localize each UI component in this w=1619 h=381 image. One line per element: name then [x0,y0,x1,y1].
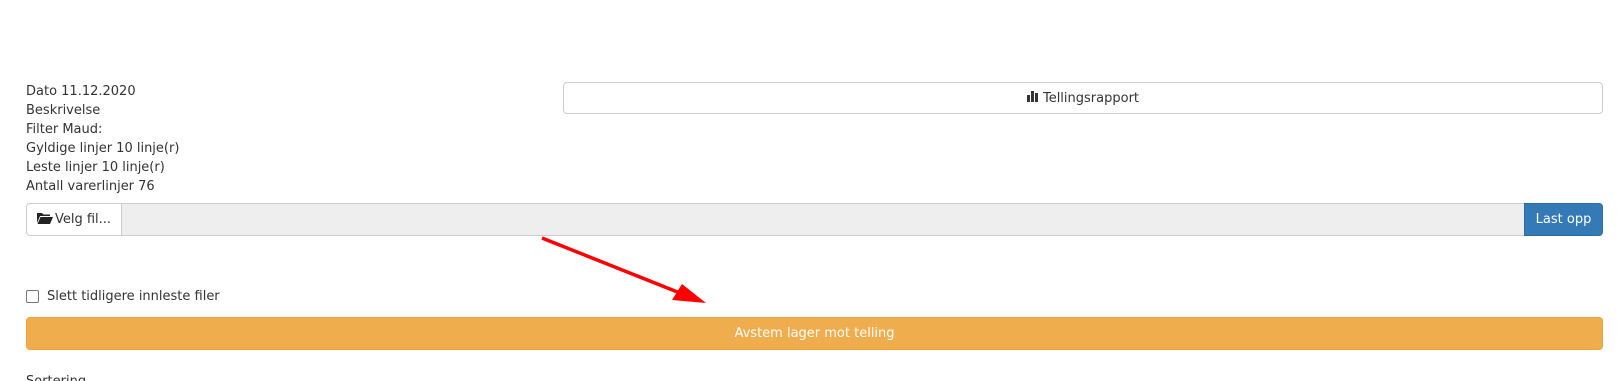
delete-previous-files-checkbox[interactable] [26,290,39,303]
folder-open-icon [36,212,53,228]
annotation-arrow-icon [541,236,706,303]
upload-button[interactable]: Last opp [1524,203,1603,236]
count-report-button[interactable]: Tellingsrapport [563,82,1603,114]
bar-chart-icon [1026,90,1040,106]
filter-text: Filter Maud: [26,122,103,137]
file-name-field[interactable] [122,203,1524,236]
choose-file-label: Velg fil... [54,212,112,227]
choose-file-button[interactable]: Velg fil... [26,203,122,236]
sort-label: Sortering [26,372,86,381]
reconcile-stock-button[interactable]: Avstem lager mot telling [26,317,1603,350]
date-text: Dato 11.12.2020 [26,84,136,99]
file-upload-group: Velg fil... Last opp [26,203,1603,236]
delete-previous-files-row[interactable]: Slett tidligere innleste filer [26,289,220,304]
item-lines-text: Antall varerlinjer 76 [26,179,155,194]
read-lines-text: Leste linjer 10 linje(r) [26,160,165,175]
page: Dato 11.12.2020 Beskrivelse Filter Maud:… [0,0,1619,381]
valid-lines-text: Gyldige linjer 10 linje(r) [26,141,180,156]
description-text: Beskrivelse [26,103,101,118]
delete-previous-files-label: Slett tidligere innleste filer [47,289,220,304]
count-report-label: Tellingsrapport [1042,90,1140,106]
